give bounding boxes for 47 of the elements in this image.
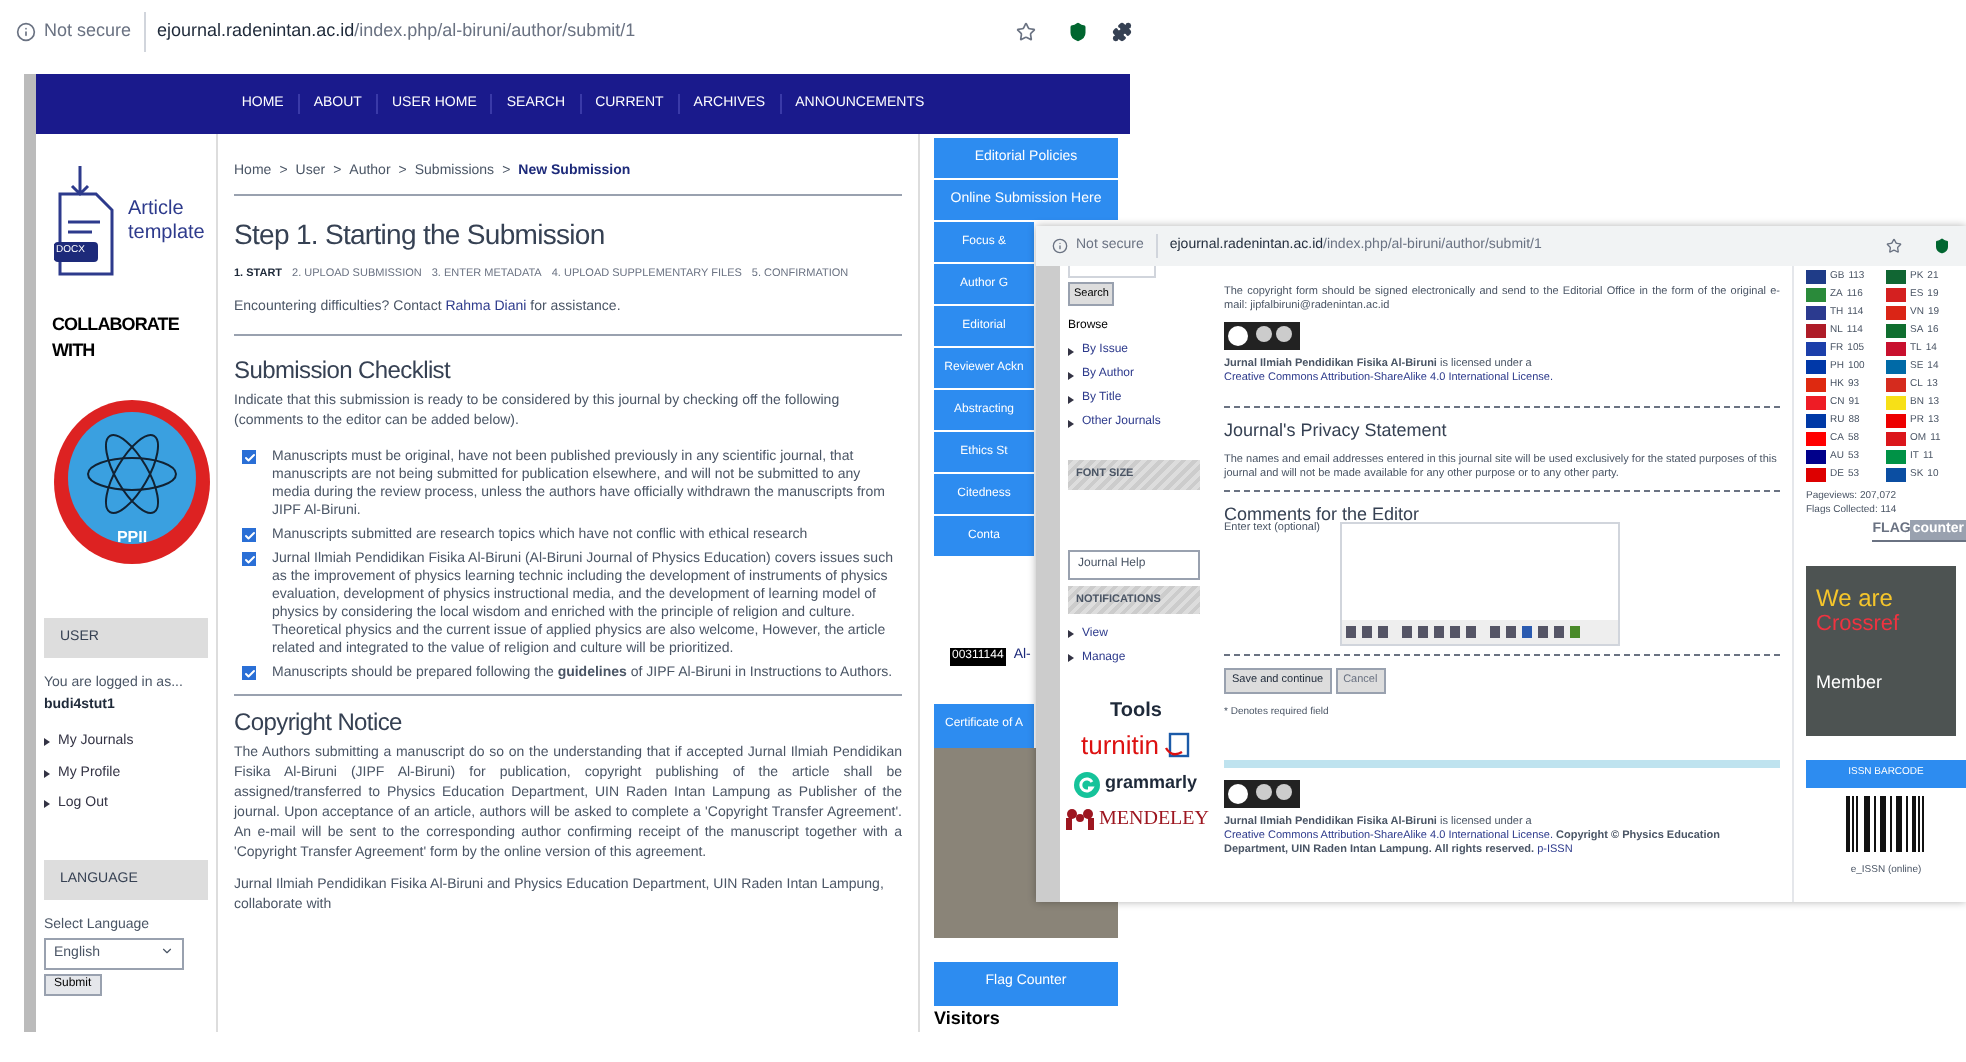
section-title: Copyright Notice [234,712,404,732]
checkbox[interactable] [242,666,256,680]
search-field[interactable] [1068,266,1156,278]
crossref-text: Member [1816,670,1885,696]
tool-logo-text: grammarly [1104,770,1198,797]
template-link[interactable]: Article template [128,198,208,246]
checkbox[interactable] [242,450,256,464]
checkbox[interactable] [242,552,256,566]
bullet-icon [44,769,50,778]
bullet-icon [1068,419,1074,428]
chevron-down-icon [160,943,174,957]
info-icon [16,22,36,42]
tools-heading: Tools [1110,697,1162,726]
section-title: Journal's Privacy Statement [1224,424,1449,438]
bullet-icon [1068,395,1074,404]
bullet-icon [1068,347,1074,356]
ppii-logo: PPII [52,397,212,565]
bookmark-star-icon[interactable] [1886,238,1902,254]
visitors-heading: Visitors [934,1005,1002,1031]
barcode-drawing [1846,795,1926,851]
bullet-icon [1068,654,1074,663]
bullet-icon [44,738,50,747]
security-label: Not secure [44,18,132,45]
mendeley-logo-icon [1063,806,1095,831]
bullet-icon [44,800,50,809]
bullet-icon [1068,630,1074,639]
section-title: Submission Checklist [234,360,453,380]
comments-editor[interactable] [1340,522,1620,646]
checkbox[interactable] [242,528,256,542]
info-icon [1052,238,1068,254]
tool-logo-text: MENDELEY [1099,805,1209,834]
bullet-icon [1068,371,1074,380]
document-check-icon [1163,731,1192,759]
cc-license-icon [1224,780,1300,808]
cc-license-icon [1224,322,1300,350]
collaborate-heading: COLLABORATE WITH [52,311,181,364]
document-download-icon [52,166,120,278]
crossref-text: Crossref [1816,612,1902,638]
shield-icon[interactable] [1068,22,1088,42]
extensions-icon[interactable] [1112,22,1132,42]
tool-logo-text: turnitin [1080,727,1160,764]
bookmark-star-icon[interactable] [1016,22,1036,42]
grammarly-logo-icon [1074,771,1101,797]
address-field[interactable]: ejournal.radenintan.ac.id/index.php/al-biruni/author/submit/1 [157,18,1008,46]
shield-icon[interactable] [1934,238,1950,254]
crossref-text: We are [1816,586,1895,612]
section-title: Comments for the Editor [1224,508,1422,522]
